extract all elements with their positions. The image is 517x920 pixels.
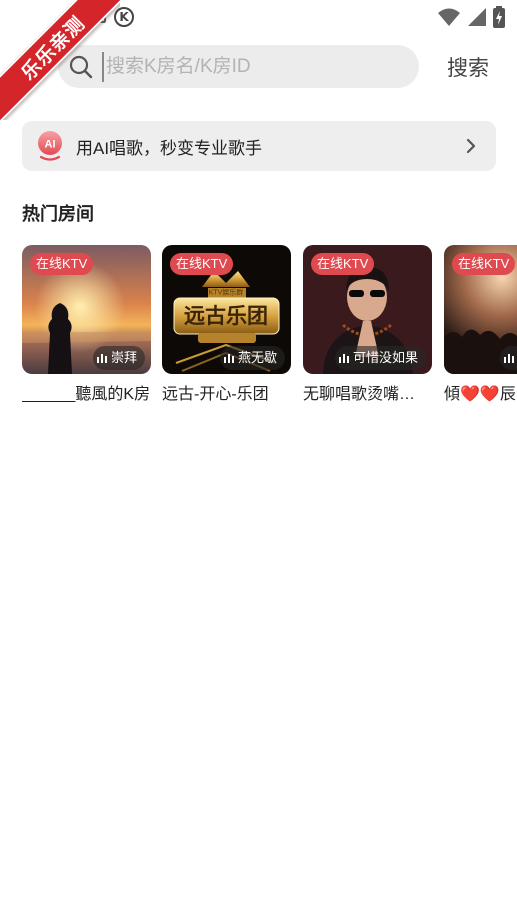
hot-rooms-search-page: K 乐乐亲测 搜索K房名/K房ID 搜索 AI 用AI唱歌，秒变专业歌手 热门房… xyxy=(0,0,517,920)
room-cover: 在线KTV 崇拜 xyxy=(22,245,151,374)
room-card[interactable]: 在线KTV 崇拜 ______聽風的K房 xyxy=(22,245,151,404)
ktv-tag: 在线KTV xyxy=(452,253,516,275)
room-name: 远古-开心-乐团 xyxy=(162,386,269,403)
bars-icon xyxy=(96,354,107,363)
room-card[interactable]: 在线KTV 傾❤️❤️辰 xyxy=(444,245,517,404)
search-button[interactable]: 搜索 xyxy=(432,50,504,84)
room-cover: KTV娱乐群 远古乐团 在线KTV 燕无歇 xyxy=(162,245,291,374)
status-right xyxy=(437,6,505,28)
wifi-icon xyxy=(438,8,460,26)
now-playing-song: 燕无歇 xyxy=(237,350,277,365)
bars-icon xyxy=(504,354,514,363)
battery-icon xyxy=(493,6,505,28)
bars-icon xyxy=(223,354,234,363)
signal-icon xyxy=(468,8,486,26)
bars-icon xyxy=(338,354,349,363)
room-name: ______聽風的K房 xyxy=(22,386,151,403)
ai-banner-text: 用AI唱歌，秒变专业歌手 xyxy=(76,138,263,158)
now-playing-pill: 可惜没如果 xyxy=(334,346,426,370)
now-playing-song: 崇拜 xyxy=(110,350,137,365)
search-input[interactable] xyxy=(102,51,402,82)
ribbon-text: 乐乐亲测 xyxy=(16,11,90,85)
ktv-tag: 在线KTV xyxy=(170,253,234,275)
room-name: 无聊唱歌烫嘴… xyxy=(303,386,416,403)
now-playing-song: 可惜没如果 xyxy=(352,350,418,365)
now-playing-pill xyxy=(500,346,517,370)
room-card[interactable]: KTV娱乐群 远古乐团 在线KTV 燕无歇 远古-开心-乐团 xyxy=(162,245,291,404)
room-cover: 在线KTV xyxy=(444,245,517,374)
room-card[interactable]: 在线KTV 可惜没如果 无聊唱歌烫嘴… xyxy=(303,245,432,404)
ktv-tag: 在线KTV xyxy=(30,253,94,275)
now-playing-pill: 崇拜 xyxy=(92,346,145,370)
ribbon-band: 乐乐亲测 xyxy=(0,0,120,120)
chevron-right-icon xyxy=(466,138,476,154)
room-name: 傾❤️❤️辰 xyxy=(444,386,516,403)
now-playing-pill: 燕无歇 xyxy=(219,346,285,370)
svg-text:KTV娱乐群: KTV娱乐群 xyxy=(209,288,244,297)
room-cover: 在线KTV 可惜没如果 xyxy=(303,245,432,374)
hot-rooms-list: 在线KTV 崇拜 ______聽風的K房 KTV娱乐群 远古乐团 在线KTV 燕… xyxy=(22,245,517,410)
ai-icon: AI xyxy=(38,131,62,161)
hot-rooms-title: 热门房间 xyxy=(22,204,94,224)
corner-ribbon: 乐乐亲测 xyxy=(0,0,120,120)
ai-sing-banner[interactable]: AI 用AI唱歌，秒变专业歌手 xyxy=(22,121,496,171)
svg-text:AI: AI xyxy=(45,139,56,151)
ktv-tag: 在线KTV xyxy=(311,253,375,275)
svg-text:远古乐团: 远古乐团 xyxy=(184,303,268,328)
